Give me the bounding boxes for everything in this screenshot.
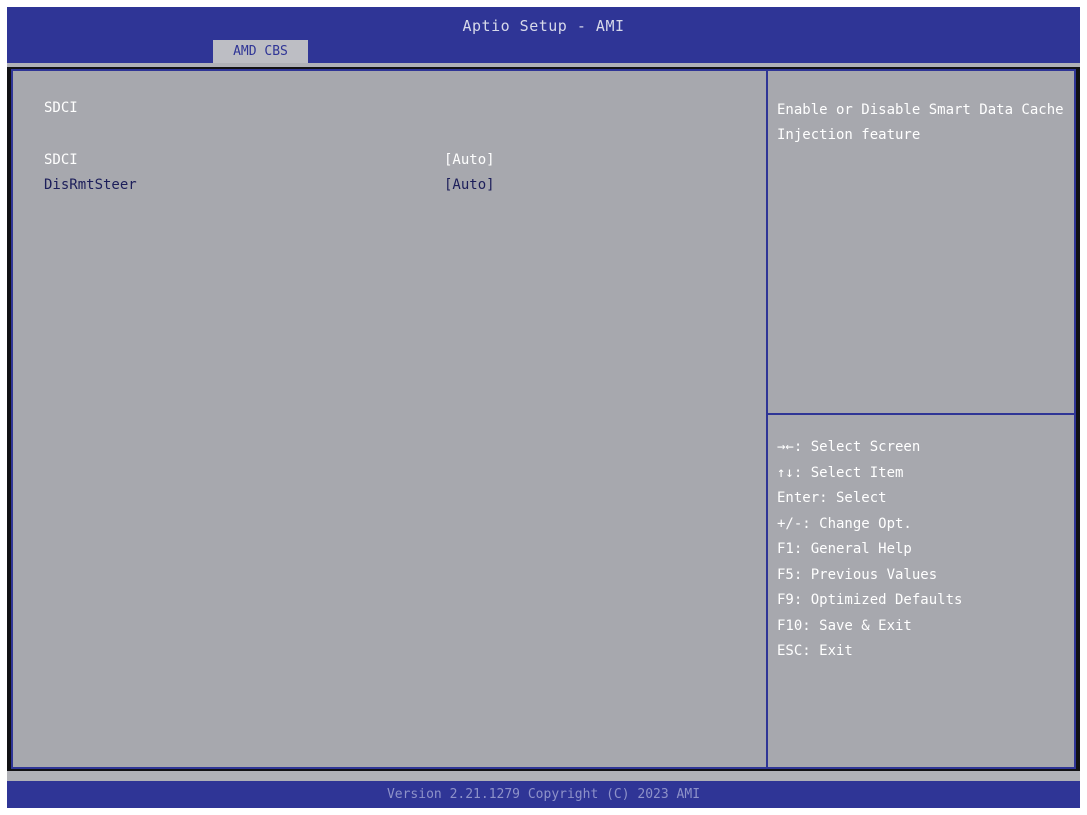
key-enter-select: Enter: Select [777, 490, 887, 506]
vertical-divider [766, 71, 768, 767]
setting-label: DisRmtSteer [44, 177, 137, 193]
main-panel: SDCI SDCI [Auto] DisRmtSteer [Auto] Enab… [11, 69, 1076, 769]
key-change-opt: +/-: Change Opt. [777, 515, 912, 532]
setting-row-disrmtsteer[interactable]: DisRmtSteer [Auto] [44, 177, 744, 201]
key-select-item: ↑↓: Select Item [777, 464, 904, 481]
help-keys-divider [768, 413, 1074, 415]
app-title: Aptio Setup - AMI [462, 17, 625, 35]
key-esc-exit: ESC: Exit [777, 643, 853, 659]
bios-screen: Aptio Setup - AMI AMD CBS SDCI SDCI [Aut… [7, 7, 1080, 808]
key-general-help: F1: General Help [777, 541, 912, 557]
key-select-screen: →←: Select Screen [777, 439, 921, 455]
setting-row-sdci[interactable]: SDCI [Auto] [44, 152, 744, 176]
key-save-exit: F10: Save & Exit [777, 617, 912, 634]
bottom-divider-strip [7, 771, 1080, 781]
help-description: Enable or Disable Smart Data Cache Injec… [777, 102, 1064, 143]
key-legend: →←: Select Screen ↑↓: Select Item Enter:… [777, 435, 1067, 665]
setting-label: SDCI [44, 152, 78, 168]
top-divider-strip [7, 63, 1080, 67]
title-bar: Aptio Setup - AMI AMD CBS [7, 7, 1080, 63]
key-previous-values: F5: Previous Values [777, 566, 938, 583]
key-optimized-defaults: F9: Optimized Defaults [777, 592, 963, 608]
setting-value[interactable]: [Auto] [444, 177, 495, 193]
tab-amd-cbs[interactable]: AMD CBS [213, 40, 308, 63]
section-title: SDCI [44, 100, 78, 116]
version-footer: Version 2.21.1279 Copyright (C) 2023 AMI [7, 781, 1080, 808]
setting-value[interactable]: [Auto] [444, 152, 495, 168]
